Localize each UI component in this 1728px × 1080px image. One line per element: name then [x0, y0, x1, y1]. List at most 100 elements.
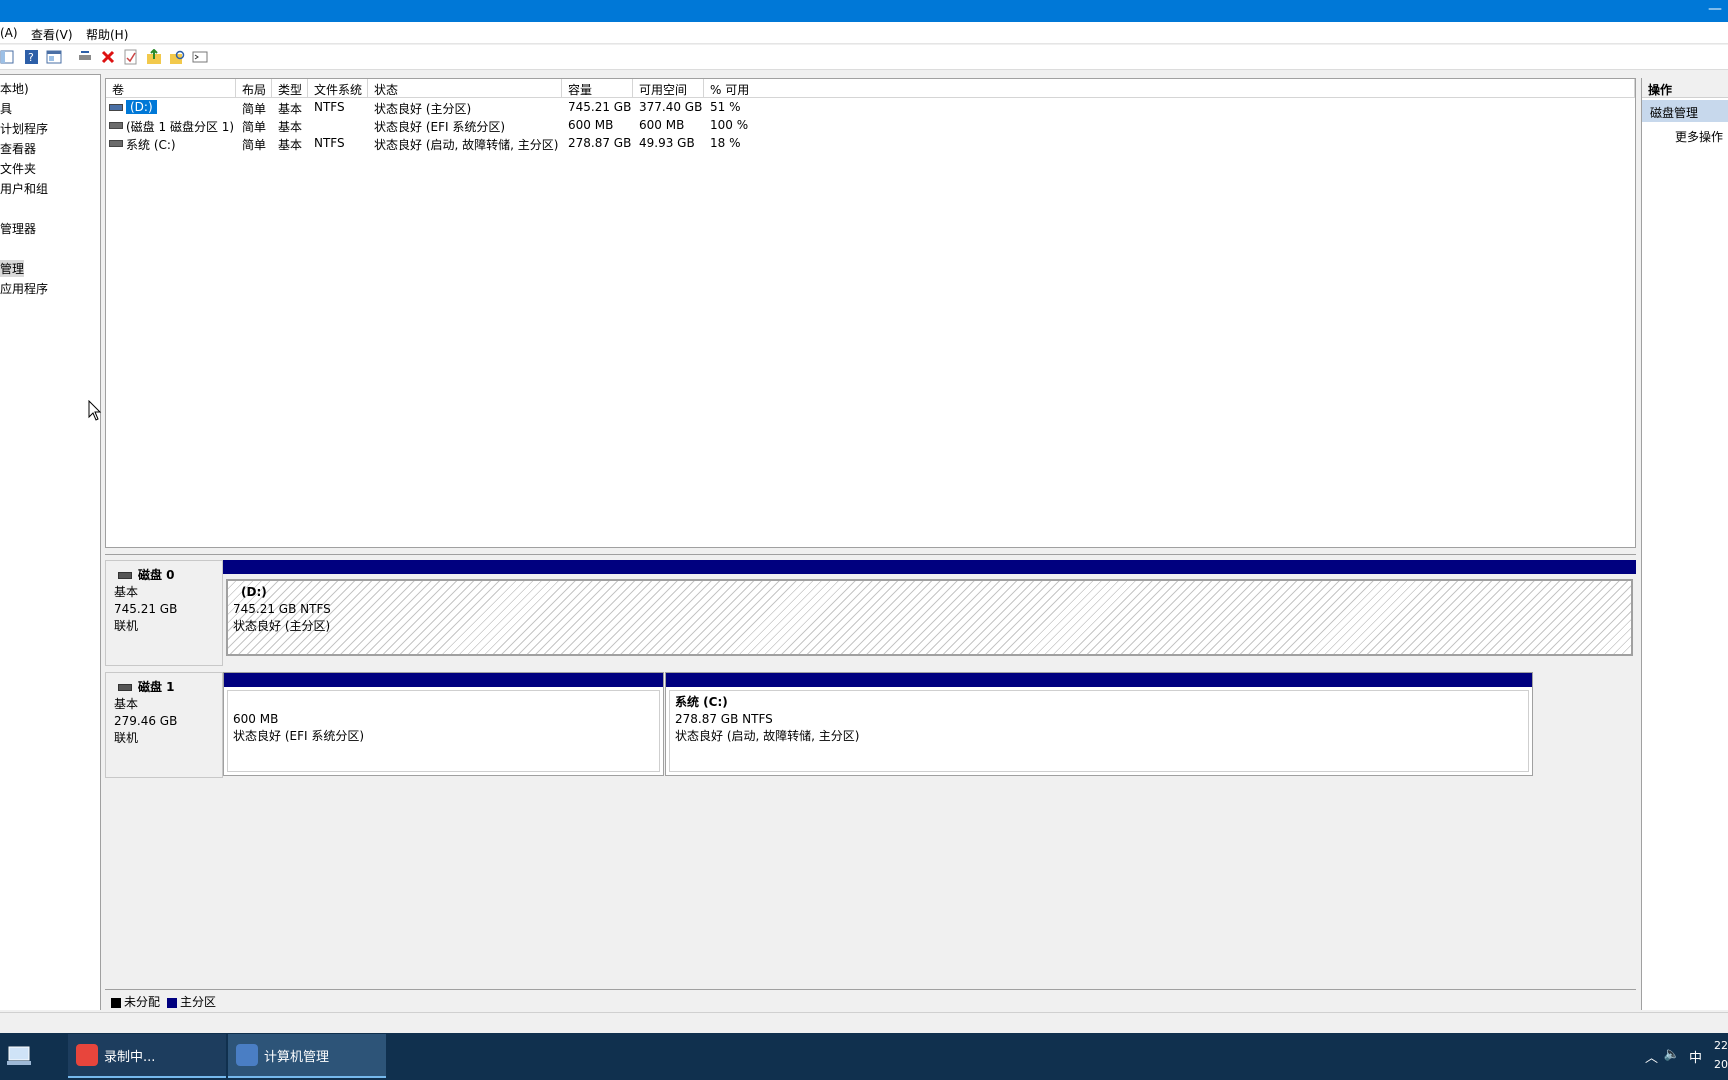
partition-label: (D:) [241, 585, 267, 599]
col-type[interactable]: 类型 [272, 79, 308, 98]
action-section-disk-management[interactable]: 磁盘管理 [1642, 100, 1728, 122]
volume-layout: 简单 [242, 138, 267, 152]
task-recorder[interactable]: 录制中... [68, 1034, 226, 1078]
volume-type: 基本 [278, 102, 303, 116]
disk-0-state: 联机 [114, 619, 139, 633]
task-computer-management[interactable]: 计算机管理 [228, 1034, 386, 1078]
svg-text:?: ? [28, 51, 34, 64]
search-folder-icon[interactable] [169, 49, 185, 65]
window-titlebar[interactable]: — [0, 0, 1728, 22]
disk-1-state: 联机 [114, 731, 139, 745]
tray-expand-icon[interactable]: ︿ [1645, 1047, 1658, 1066]
clock-time[interactable]: 22 [1714, 1039, 1728, 1052]
partition-status: 状态良好 (主分区) [233, 619, 331, 633]
tree-item-device-manager[interactable]: 管理器 [0, 220, 36, 237]
legend-primary: 主分区 [167, 993, 216, 1010]
tree-item-services-apps[interactable]: 应用程序 [0, 280, 48, 297]
volume-icon[interactable]: 🔈 [1664, 1047, 1680, 1062]
status-bar [0, 1012, 1728, 1033]
volume-type: 基本 [278, 120, 303, 134]
table-row[interactable]: (D:) 简单 基本 NTFS 状态良好 (主分区) 745.21 GB 377… [106, 99, 1635, 116]
partition-body: 系统 (C:) 278.87 GB NTFS 状态良好 (启动, 故障转储, 主… [669, 690, 1529, 772]
volume-name: (D:) [126, 100, 157, 114]
volume-list: 卷 布局 类型 文件系统 状态 容量 可用空间 % 可用 (D:) 简单 基本 … [105, 78, 1636, 548]
partition-color-bar [666, 673, 1532, 687]
disk-1-info[interactable]: 磁盘 1 基本 279.46 GB 联机 [105, 672, 223, 778]
actions-pane: 操作 磁盘管理 更多操作 [1641, 78, 1728, 1010]
show-hide-tree-icon[interactable] [0, 49, 16, 65]
partition-label [233, 694, 654, 711]
console-icon[interactable] [192, 49, 208, 65]
menu-action[interactable]: (A) [0, 26, 18, 40]
disk-1-name: 磁盘 1 [114, 679, 214, 696]
pane-splitter[interactable] [105, 549, 1636, 555]
recorder-icon [76, 1044, 98, 1066]
col-volume[interactable]: 卷 [106, 79, 236, 98]
disk-1-partition-c[interactable]: 系统 (C:) 278.87 GB NTFS 状态良好 (启动, 故障转储, 主… [665, 672, 1533, 776]
menu-view[interactable]: 查看(V) [31, 26, 73, 43]
volume-status: 状态良好 (主分区) [374, 102, 472, 116]
volume-free: 377.40 GB [639, 100, 703, 114]
help-icon[interactable]: ? [24, 49, 40, 65]
menu-bar: (A) 查看(V) 帮助(H) [0, 22, 1728, 44]
task-label: 计算机管理 [264, 1050, 330, 1065]
col-status[interactable]: 状态 [368, 79, 562, 98]
partition-size: 745.21 GB NTFS [233, 602, 331, 616]
folder-up-icon[interactable] [146, 49, 162, 65]
more-actions-link[interactable]: 更多操作 [1675, 128, 1723, 145]
col-free-space[interactable]: 可用空间 [633, 79, 704, 98]
col-capacity[interactable]: 容量 [562, 79, 633, 98]
partition-body: (D:) 745.21 GB NTFS 状态良好 (主分区) [226, 579, 1633, 656]
navigation-tree: 本地) 具 计划程序 查看器 文件夹 用户和组 管理器 管理 应用程序 [0, 74, 101, 1010]
menu-help[interactable]: 帮助(H) [86, 26, 128, 43]
ime-indicator[interactable]: 中 [1689, 1047, 1702, 1066]
col-layout[interactable]: 布局 [236, 79, 272, 98]
task-underline [68, 1076, 226, 1078]
tree-item-event-viewer[interactable]: 查看器 [0, 140, 36, 157]
tree-item-computer-management[interactable]: 本地) [0, 80, 29, 97]
tree-item-disk-management[interactable]: 管理 [0, 260, 25, 277]
properties-pane-icon[interactable] [46, 49, 62, 65]
delete-icon[interactable] [100, 49, 116, 65]
partition-size: 278.87 GB NTFS [675, 712, 773, 726]
volume-capacity: 600 MB [568, 118, 614, 132]
disk-0-size: 745.21 GB [114, 602, 178, 616]
volume-pct: 18 % [710, 136, 741, 150]
table-row[interactable]: (磁盘 1 磁盘分区 1) 简单 基本 状态良好 (EFI 系统分区) 600 … [106, 117, 1635, 134]
partition-size: 600 MB [233, 712, 279, 726]
actions-title: 操作 [1642, 78, 1728, 98]
disk-graphical-view: 磁盘 0 基本 745.21 GB 联机 (D:) 745.21 GB NTFS… [105, 556, 1636, 1010]
partition-body: 600 MB 状态良好 (EFI 系统分区) [227, 690, 660, 772]
legend-primary-swatch [167, 997, 177, 1008]
tree-item-system-tools[interactable]: 具 [0, 100, 12, 117]
toolbar: ? [0, 45, 1728, 70]
drive-icon [109, 136, 126, 150]
disk-0-type: 基本 [114, 585, 139, 599]
taskbar: 录制中... 计算机管理 ︿ 🔈 中 22 20 [0, 1033, 1728, 1080]
tree-item-shared-folders[interactable]: 文件夹 [0, 160, 36, 177]
tree-item-local-users[interactable]: 用户和组 [0, 180, 48, 197]
disk-1-partition-efi[interactable]: 600 MB 状态良好 (EFI 系统分区) [223, 672, 664, 776]
partition-color-bar [224, 673, 663, 687]
checklist-icon[interactable] [123, 49, 139, 65]
col-filesystem[interactable]: 文件系统 [308, 79, 368, 98]
disk-0-info[interactable]: 磁盘 0 基本 745.21 GB 联机 [105, 560, 223, 666]
drive-icon [109, 118, 126, 132]
volume-pct: 100 % [710, 118, 749, 132]
partition-status: 状态良好 (EFI 系统分区) [233, 729, 365, 743]
disk-0-partition-d[interactable]: (D:) 745.21 GB NTFS 状态良好 (主分区) [223, 560, 1636, 666]
task-label: 录制中... [104, 1050, 156, 1065]
clock-date[interactable]: 20 [1714, 1058, 1728, 1071]
volume-free: 49.93 GB [639, 136, 695, 150]
minimize-button[interactable]: — [1708, 0, 1722, 18]
legend-primary-label: 主分区 [180, 995, 217, 1009]
col-percent-free[interactable]: % 可用 [704, 79, 1635, 98]
computer-icon[interactable] [6, 1044, 34, 1068]
table-row[interactable]: 系统 (C:) 简单 基本 NTFS 状态良好 (启动, 故障转储, 主分区) … [106, 135, 1635, 152]
volume-fs: NTFS [314, 100, 345, 114]
disk-1-type: 基本 [114, 697, 139, 711]
volume-pct: 51 % [710, 100, 741, 114]
tree-item-task-scheduler[interactable]: 计划程序 [0, 120, 48, 137]
task-underline [228, 1076, 386, 1078]
connect-disk-icon[interactable] [77, 49, 93, 65]
